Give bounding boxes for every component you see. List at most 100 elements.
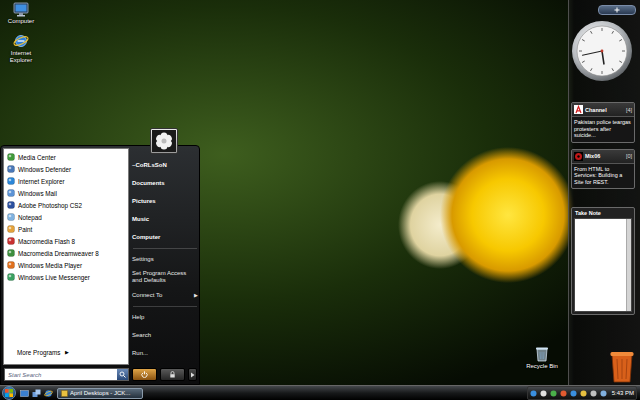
- tray-icon[interactable]: [580, 390, 587, 397]
- place-item[interactable]: Run...: [129, 344, 201, 362]
- program-item[interactable]: Media Center: [4, 151, 128, 163]
- place-item[interactable]: Computer: [129, 228, 201, 246]
- power-icon: [141, 371, 148, 378]
- switch-windows-icon[interactable]: [32, 389, 41, 398]
- recycle-bin-icon: [535, 346, 549, 362]
- place-item[interactable]: Help: [129, 308, 201, 326]
- tray-icon[interactable]: [600, 390, 607, 397]
- start-menu: Media CenterWindows DefenderInternet Exp…: [0, 145, 200, 385]
- start-menu-places-column: ~CoRLsSoNDocumentsPicturesMusicComputer S…: [129, 146, 201, 384]
- internet-explorer-icon: [13, 33, 29, 49]
- tray-icon[interactable]: [540, 390, 547, 397]
- add-gadget-button[interactable]: [598, 5, 636, 15]
- menu-separator: [133, 306, 197, 307]
- program-icon: [7, 225, 15, 233]
- start-button[interactable]: [2, 386, 16, 400]
- note-area[interactable]: [574, 218, 632, 312]
- program-item[interactable]: Adobe Photoshop CS2: [4, 199, 128, 211]
- program-item[interactable]: Windows Mail: [4, 187, 128, 199]
- system-tray: 5:43 PM: [527, 386, 637, 400]
- feed-gadgets: Channel[4]Pakistan police teargas protes…: [571, 102, 640, 189]
- program-item[interactable]: Paint: [4, 223, 128, 235]
- plus-icon: [614, 7, 620, 13]
- feed-header: Mix06[0]: [572, 150, 634, 163]
- program-icon: [7, 153, 15, 161]
- lock-icon: [169, 371, 176, 378]
- lock-button[interactable]: [160, 368, 185, 381]
- program-icon: [7, 273, 15, 281]
- show-desktop-icon[interactable]: [20, 389, 29, 398]
- feed-gadget[interactable]: Channel[4]Pakistan police teargas protes…: [571, 102, 635, 143]
- note-title: Take Note: [572, 208, 634, 218]
- place-item[interactable]: Connect To▶: [129, 286, 201, 304]
- place-item[interactable]: Music: [129, 210, 201, 228]
- power-button[interactable]: [132, 368, 157, 381]
- tray-icon[interactable]: [570, 390, 577, 397]
- tray-icon[interactable]: [530, 390, 537, 397]
- feed-headline[interactable]: From HTML to Services: Building a Site f…: [572, 163, 634, 189]
- desktop: Computer Internet Explorer Recycle Bin Chan…: [0, 0, 640, 385]
- place-item[interactable]: Documents: [129, 174, 201, 192]
- desktop-icon[interactable]: Internet Explorer: [2, 33, 40, 64]
- search-button[interactable]: [117, 369, 128, 380]
- program-item[interactable]: Internet Explorer: [4, 175, 128, 187]
- sidebar-controls: [571, 5, 640, 15]
- tray-icon[interactable]: [560, 390, 567, 397]
- start-search-field[interactable]: [5, 369, 117, 380]
- user-picture[interactable]: [150, 128, 178, 154]
- start-menu-programs-column: Media CenterWindows DefenderInternet Exp…: [1, 146, 129, 384]
- place-item[interactable]: Pictures: [129, 192, 201, 210]
- desktop-icon[interactable]: Computer: [2, 2, 40, 25]
- program-icon: [7, 165, 15, 173]
- feed-headline[interactable]: Pakistan police teargas protesters after…: [572, 116, 634, 142]
- mix-logo-icon: [574, 152, 583, 161]
- desktop-icons: Computer Internet Explorer: [2, 2, 40, 64]
- recycle-bin[interactable]: Recycle Bin: [522, 346, 562, 370]
- program-icon: [7, 177, 15, 185]
- program-icon: [7, 261, 15, 269]
- taskbar-clock[interactable]: 5:43 PM: [612, 390, 634, 396]
- program-item[interactable]: Windows Defender: [4, 163, 128, 175]
- internet-explorer-icon[interactable]: [44, 389, 53, 398]
- start-search: [4, 368, 129, 381]
- screen: Computer Internet Explorer Recycle Bin Chan…: [0, 0, 640, 400]
- tray-icon[interactable]: [590, 390, 597, 397]
- program-item[interactable]: Macromedia Flash 8: [4, 235, 128, 247]
- windows-logo-icon: [5, 389, 13, 397]
- taskbar: April Desktops - JCK... 5:43 PM: [0, 385, 640, 400]
- menu-separator: [133, 248, 197, 249]
- computer-icon: [13, 2, 29, 17]
- tray-icon[interactable]: [550, 390, 557, 397]
- shutdown-options-button[interactable]: [188, 368, 197, 381]
- program-icon: [7, 249, 15, 257]
- task-button[interactable]: April Desktops - JCK...: [57, 388, 143, 399]
- program-item[interactable]: Macromedia Dreamweaver 8: [4, 247, 128, 259]
- magnifier-icon: [119, 371, 126, 378]
- power-controls: [129, 368, 201, 381]
- more-programs[interactable]: More Programs▶: [4, 346, 128, 364]
- program-item[interactable]: Notepad: [4, 211, 128, 223]
- note-gadget: Take Note: [571, 207, 635, 315]
- program-list: Media CenterWindows DefenderInternet Exp…: [3, 148, 129, 365]
- feed-header: Channel[4]: [572, 103, 634, 116]
- quick-launch: [20, 389, 53, 398]
- place-item[interactable]: Settings: [129, 250, 201, 268]
- place-item[interactable]: Set Program Access and Defaults: [129, 268, 201, 286]
- feed-gadget[interactable]: Mix06[0]From HTML to Services: Building …: [571, 149, 635, 190]
- program-icon: [7, 237, 15, 245]
- program-icon: [7, 213, 15, 221]
- sidebar: Channel[4]Pakistan police teargas protes…: [568, 0, 640, 385]
- channel-logo-icon: [574, 105, 583, 114]
- note-scrollbar[interactable]: [626, 219, 631, 311]
- trash-bin-icon[interactable]: [609, 349, 635, 383]
- flower-picture-icon: [152, 130, 176, 152]
- program-item[interactable]: Windows Media Player: [4, 259, 128, 271]
- clock-gadget[interactable]: [571, 20, 633, 82]
- program-icon: [7, 201, 15, 209]
- place-item[interactable]: Search: [129, 326, 201, 344]
- program-item[interactable]: Windows Live Messenger: [4, 271, 128, 283]
- triangle-icon: [190, 372, 195, 378]
- program-icon: [7, 189, 15, 197]
- window-icon: [61, 390, 68, 397]
- user-name[interactable]: ~CoRLsSoN: [129, 156, 201, 174]
